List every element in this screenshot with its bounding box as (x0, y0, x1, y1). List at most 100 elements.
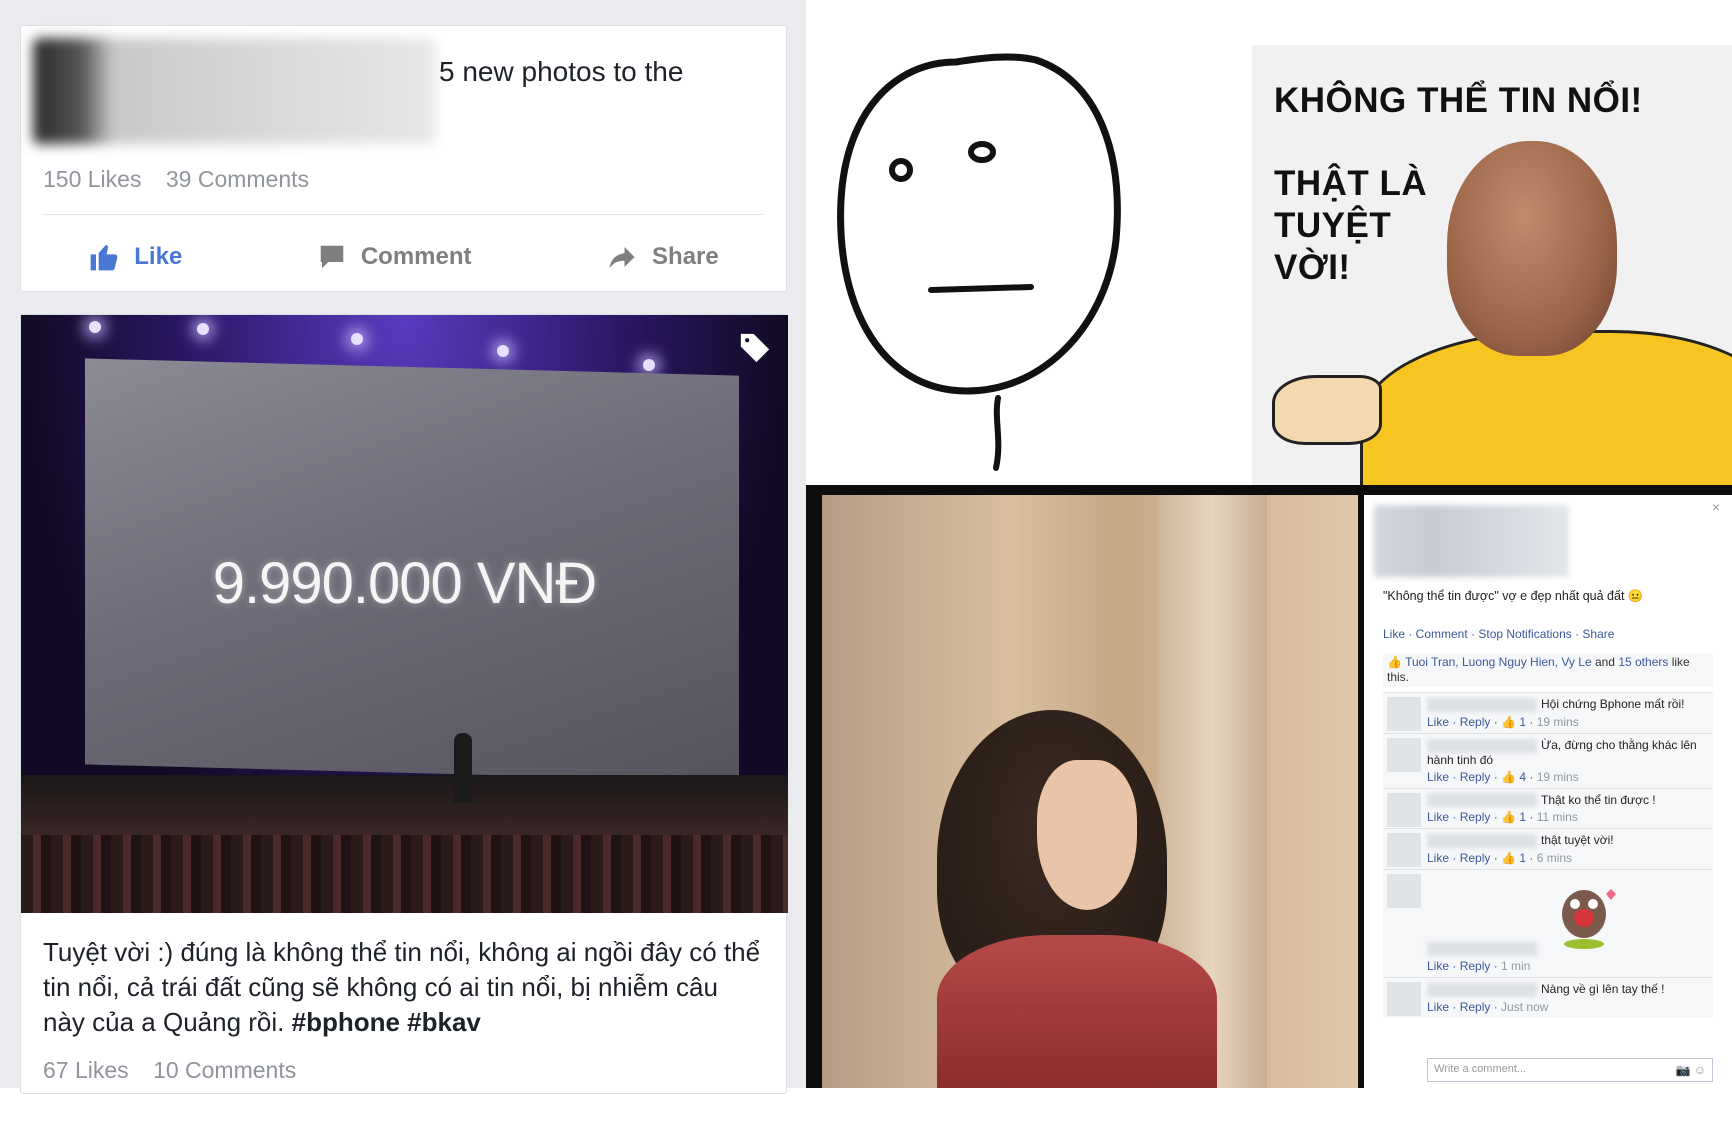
share-arrow-icon (609, 247, 635, 269)
comment-time: Just now (1501, 999, 1549, 1014)
blurred-name (1427, 738, 1537, 753)
tag-icon[interactable] (738, 331, 772, 365)
meme-line-2: TUYỆT (1274, 206, 1392, 245)
caption-hashtags[interactable]: #bphone #bkav (292, 1007, 481, 1037)
status-actions[interactable]: Like · Comment · Stop Notifications · Sh… (1383, 627, 1614, 641)
comment-item: thật tuyệt vời! Like · Reply · 👍 1 · 6 m… (1383, 828, 1713, 870)
presenter-figure (454, 733, 472, 803)
likers-others[interactable]: 15 others (1618, 655, 1668, 669)
thumbs-up-icon: 👍 (1501, 810, 1516, 825)
comment-text: Hội chứng Bphone mất rồi! (1541, 697, 1685, 711)
pointing-hand (1272, 375, 1382, 445)
man-head (1447, 141, 1617, 356)
price-on-screen: 9.990.000 VNĐ (212, 551, 598, 616)
write-comment-placeholder: Write a comment... (1434, 1063, 1527, 1075)
avatar[interactable] (1387, 982, 1421, 1017)
write-comment-input[interactable]: Write a comment... 📷 ☺ (1427, 1058, 1713, 1082)
comment-meta: Like · Reply · 1 min (1427, 959, 1531, 974)
comments-sidebar: × "Không thể tin được" vợ e đẹp nhất quả… (1364, 495, 1732, 1088)
avatar[interactable] (1387, 833, 1421, 868)
avatar[interactable] (1387, 792, 1421, 827)
post-actions: Like Comment Share (21, 232, 786, 282)
comment-like-count: 1 (1519, 851, 1527, 866)
comment-item: Ừa, đừng cho thằng khác lên hành tinh đó… (1383, 732, 1713, 788)
comment-like-link[interactable]: Like (1427, 810, 1449, 824)
blurred-author-info (33, 38, 435, 144)
comment-time: 6 mins (1536, 851, 1573, 866)
comment-meta: Like · Reply · 👍 1 · 6 mins (1427, 851, 1573, 866)
comment-like-link[interactable]: Like (1427, 851, 1449, 865)
comment-time: 11 mins (1536, 810, 1578, 825)
comment-like-link[interactable]: Like (1427, 770, 1449, 784)
stage (21, 775, 788, 835)
blurred-name (1427, 982, 1537, 997)
thumbs-up-icon: 👍 (1501, 851, 1516, 866)
thumbs-up-icon: 👍 (1501, 714, 1516, 729)
comment-label: Comment (360, 243, 472, 270)
comment-button[interactable]: Comment (317, 242, 472, 272)
like-label: Like (134, 243, 183, 270)
event-photo[interactable]: 9.990.000 VNĐ (21, 315, 788, 913)
blurred-name (1427, 793, 1537, 808)
audience (21, 835, 788, 913)
blurred-name (1427, 942, 1537, 957)
comment-reply-link[interactable]: Reply (1460, 770, 1491, 784)
comment-text: Nàng về gì lên tay thế ! (1541, 982, 1665, 997)
girl-photo[interactable] (822, 495, 1358, 1088)
likers-line: 👍 Tuoi Tran, Luong Nguy Hien, Vy Le and … (1383, 653, 1713, 687)
likers-names[interactable]: Tuoi Tran, Luong Nguy Hien, Vy Le (1405, 655, 1592, 669)
comment-like-link[interactable]: Like (1427, 959, 1449, 973)
poker-face-drawing (837, 53, 1121, 471)
comment-reply-link[interactable]: Reply (1460, 715, 1491, 729)
blurred-author-info (1374, 505, 1569, 577)
meme-title: KHÔNG THỂ TIN NỔI! (1274, 81, 1643, 120)
likers-and: and (1591, 655, 1619, 669)
meme-line-1: THẬT LÀ (1274, 164, 1428, 203)
collage: 5 new photos to the 150 Likes 39 Comment… (0, 0, 1732, 1143)
comment-bubble-icon (320, 245, 344, 269)
share-button[interactable]: Share (606, 242, 719, 272)
comments-count[interactable]: 10 Comments (153, 1057, 296, 1083)
stage-light (197, 323, 209, 335)
comment-text: Thật ko thể tin được ! (1541, 792, 1656, 807)
avatar[interactable] (1387, 737, 1421, 772)
likes-count[interactable]: 150 Likes (43, 166, 141, 192)
like-button[interactable]: Like (88, 241, 182, 273)
comment-item: Thật ko thể tin được ! Like · Reply · 👍 … (1383, 787, 1713, 829)
thumbs-up-icon (90, 245, 118, 271)
meme-panel: KHÔNG THỂ TIN NỔI! THẬT LÀ TUYỆT VỜI! (1252, 45, 1732, 485)
girl-body (937, 935, 1217, 1088)
avatar[interactable] (1387, 697, 1421, 731)
comments-count[interactable]: 39 Comments (166, 166, 309, 192)
post-header-text: 5 new photos to the (439, 56, 684, 87)
post-counts: 67 Likes 10 Comments (43, 1057, 314, 1084)
comment-like-link[interactable]: Like (1427, 1000, 1449, 1014)
meme-subtitle: THẬT LÀ TUYỆT VỜI! (1274, 163, 1427, 289)
comment-time: 1 min (1501, 959, 1531, 974)
poker-face-panel (806, 0, 1252, 485)
comment-like-count: 4 (1519, 769, 1527, 784)
status-text: "Không thể tin được" vợ e đẹp nhất quả đ… (1383, 589, 1644, 603)
comment-like-link[interactable]: Like (1427, 715, 1449, 729)
comment-meta: Like · Reply · Just now (1427, 999, 1549, 1014)
comment-meta: Like · Reply · 👍 1 · 19 mins (1427, 714, 1579, 729)
comment-reply-link[interactable]: Reply (1460, 959, 1491, 973)
comment-list: Hội chứng Bphone mất rồi! Like · Reply ·… (1383, 692, 1713, 1018)
girl-face (1037, 760, 1137, 910)
camera-emoji-icons[interactable]: 📷 ☺ (1675, 1063, 1706, 1077)
comment-reply-link[interactable]: Reply (1460, 851, 1491, 865)
comment-reply-link[interactable]: Reply (1460, 810, 1491, 824)
post-card-2: 9.990.000 VNĐ Tuyệt vời :) đúng là không… (20, 314, 788, 1094)
likes-count[interactable]: 67 Likes (43, 1057, 129, 1083)
post-counts: 150 Likes 39 Comments (43, 166, 327, 193)
close-icon[interactable]: × (1712, 499, 1720, 515)
post-caption: Tuyệt vời :) đúng là không thể tin nổi, … (43, 935, 767, 1040)
avatar[interactable] (1387, 874, 1421, 909)
thumbs-up-icon: 👍 (1501, 769, 1516, 784)
comment-time: 19 mins (1536, 769, 1579, 784)
stage-light (89, 321, 101, 333)
crying-sticker-icon (1562, 889, 1617, 950)
comment-meta: Like · Reply · 👍 4 · 19 mins (1427, 769, 1579, 784)
stage-light (643, 359, 655, 371)
comment-reply-link[interactable]: Reply (1460, 1000, 1491, 1014)
